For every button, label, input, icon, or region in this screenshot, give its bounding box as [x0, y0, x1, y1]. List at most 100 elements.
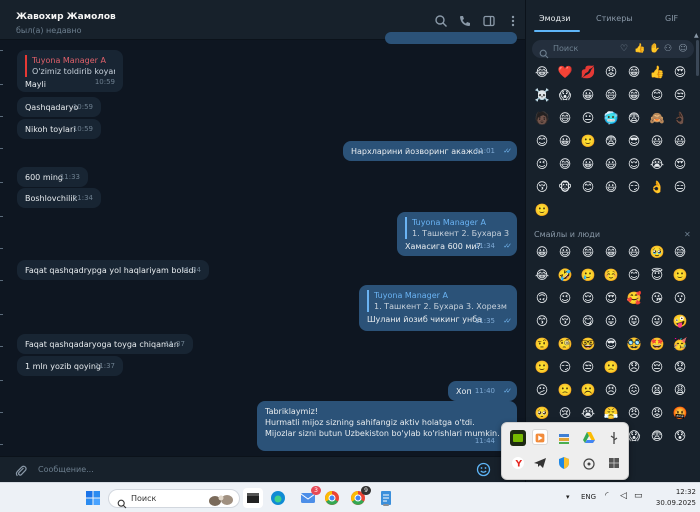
emoji-item[interactable]: 😨: [649, 428, 665, 444]
tab-emoji[interactable]: Эмодзи: [539, 14, 571, 23]
edge-icon[interactable]: [268, 488, 288, 508]
emoji-item[interactable]: 😒: [580, 359, 596, 375]
emoji-item[interactable]: 😗: [672, 290, 688, 306]
scroll-up-icon[interactable]: ▲: [694, 32, 699, 39]
emoji-item[interactable]: 😒: [672, 87, 688, 103]
sidebar-toggle-icon[interactable]: [482, 14, 496, 28]
emoji-item[interactable]: 😉: [557, 290, 573, 306]
notepad-icon[interactable]: [376, 488, 396, 508]
paw-icon[interactable]: ☺: [678, 44, 688, 54]
emoji-button-icon[interactable]: [476, 462, 491, 477]
attach-icon[interactable]: [14, 463, 28, 477]
emoji-item[interactable]: 🤩: [649, 336, 665, 352]
emoji-item[interactable]: 😎: [603, 336, 619, 352]
emoji-item[interactable]: 😅: [557, 156, 573, 172]
message-input[interactable]: Сообщение...: [38, 465, 94, 474]
emoji-item[interactable]: 😌: [626, 156, 642, 172]
clock-time[interactable]: 12:32: [660, 488, 696, 496]
emoji-item[interactable]: 😚: [557, 313, 573, 329]
reply-quote[interactable]: Tuyona Manager A 1. Ташкент 2. Бухара 3.…: [405, 217, 509, 239]
emoji-item[interactable]: 😅: [672, 244, 688, 260]
emoji-item[interactable]: 👌: [649, 179, 665, 195]
emoji-item[interactable]: 😨: [603, 133, 619, 149]
message-bubble-outgoing[interactable]: Хоп 11:40 ✓✓: [448, 381, 517, 401]
emoji-item[interactable]: 😐: [580, 110, 596, 126]
emoji-item[interactable]: 💋: [580, 64, 596, 80]
heart-icon[interactable]: ♡: [619, 44, 629, 54]
volume-icon[interactable]: ◁: [620, 491, 627, 501]
emoji-item[interactable]: 😤: [603, 405, 619, 421]
wifi-icon[interactable]: [581, 455, 597, 471]
telegram-icon[interactable]: [532, 455, 548, 471]
grid-icon[interactable]: [606, 455, 622, 471]
emoji-item[interactable]: 😞: [626, 359, 642, 375]
emoji-item[interactable]: 😄: [603, 87, 619, 103]
emoji-item[interactable]: 😭: [580, 405, 596, 421]
file-explorer-icon[interactable]: [243, 488, 263, 508]
phone-call-icon[interactable]: [458, 14, 472, 28]
emoji-item[interactable]: 😀: [580, 87, 596, 103]
emoji-item[interactable]: 🙁: [603, 359, 619, 375]
emoji-item[interactable]: 😋: [580, 313, 596, 329]
emoji-item[interactable]: 😀: [557, 133, 573, 149]
emoji-item[interactable]: 😆: [626, 244, 642, 260]
emoji-item[interactable]: 😑: [672, 179, 688, 195]
emoji-item[interactable]: 🙃: [534, 290, 550, 306]
tab-gif[interactable]: GIF: [665, 14, 678, 23]
emoji-item[interactable]: 😠: [626, 405, 642, 421]
emoji-item[interactable]: 🤨: [534, 336, 550, 352]
person-icon[interactable]: ⚇: [663, 44, 673, 54]
emoji-item[interactable]: 😏: [557, 359, 573, 375]
taskbar-search[interactable]: Поиск: [108, 489, 240, 509]
windows-start-icon[interactable]: [83, 488, 103, 508]
emoji-item[interactable]: 😘: [649, 290, 665, 306]
message-bubble-incoming[interactable]: Qashqadaryo 10:59: [17, 97, 101, 117]
emoji-item[interactable]: 🤣: [557, 267, 573, 283]
emoji-item[interactable]: 😀: [534, 244, 550, 260]
emoji-search-input[interactable]: Поиск: [553, 44, 578, 53]
emoji-item[interactable]: 😍: [672, 64, 688, 80]
tray-expand-icon[interactable]: ▾: [566, 493, 570, 501]
emoji-item[interactable]: 😝: [626, 313, 642, 329]
emoji-item[interactable]: 🙈: [649, 110, 665, 126]
contact-name[interactable]: Жавохир Жамолов: [16, 12, 116, 22]
emoji-item[interactable]: 🥰: [626, 290, 642, 306]
emoji-item[interactable]: 👍: [649, 64, 665, 80]
thumbs-up-icon[interactable]: 👍: [634, 44, 645, 54]
emoji-item[interactable]: 😊: [626, 267, 642, 283]
emoji-item[interactable]: 😂: [534, 267, 550, 283]
emoji-item[interactable]: 😄: [557, 110, 573, 126]
message-bubble-outgoing[interactable]: Tabriklaymiz! Hurmatli mijoz sizning sah…: [257, 401, 517, 451]
emoji-item[interactable]: ☹️: [580, 382, 596, 398]
emoji-item[interactable]: 😡: [649, 405, 665, 421]
nvidia-icon[interactable]: [510, 430, 526, 446]
emoji-item[interactable]: ☠️: [534, 87, 550, 103]
emoji-item[interactable]: 😁: [603, 244, 619, 260]
emoji-item[interactable]: 😄: [580, 244, 596, 260]
emoji-item[interactable]: 😃: [557, 244, 573, 260]
mail-icon[interactable]: 3: [298, 486, 321, 508]
message-bubble-incoming[interactable]: Faqat qashqadaryoga toyga chiqaman 11:37: [17, 334, 193, 354]
emoji-item[interactable]: 😱: [557, 87, 573, 103]
more-options-icon[interactable]: [506, 14, 520, 28]
emoji-item[interactable]: 😃: [603, 156, 619, 172]
emoji-item[interactable]: 🥲: [580, 267, 596, 283]
message-bubble-incoming[interactable]: Tuyona Manager A O'zimiz toldirib koyami…: [17, 50, 123, 92]
emoji-item[interactable]: 😊: [580, 179, 596, 195]
emoji-item[interactable]: 🤓: [580, 336, 596, 352]
emoji-item[interactable]: 🤬: [672, 405, 688, 421]
emoji-item[interactable]: 🥳: [672, 336, 688, 352]
message-bubble-incoming[interactable]: 1 mln yozib qoying 11:37: [17, 356, 123, 376]
emoji-item[interactable]: ☺️: [603, 267, 619, 283]
emoji-item[interactable]: 😃: [672, 133, 688, 149]
message-bubble-incoming[interactable]: Nikoh toylari 10:59: [17, 119, 101, 139]
emoji-scrollbar[interactable]: [696, 40, 699, 76]
emoji-item[interactable]: 😍: [672, 156, 688, 172]
message-bubble-outgoing[interactable]: Tuyona Manager A 1. Ташкент 2. Бухара 3.…: [359, 285, 517, 331]
emoji-item[interactable]: 👌🏿: [672, 110, 688, 126]
stack-icon[interactable]: [556, 430, 572, 446]
emoji-item[interactable]: 😔: [649, 359, 665, 375]
emoji-item[interactable]: 🧐: [557, 336, 573, 352]
emoji-item[interactable]: 🙂: [534, 359, 550, 375]
emoji-item[interactable]: 🐵: [557, 179, 573, 195]
